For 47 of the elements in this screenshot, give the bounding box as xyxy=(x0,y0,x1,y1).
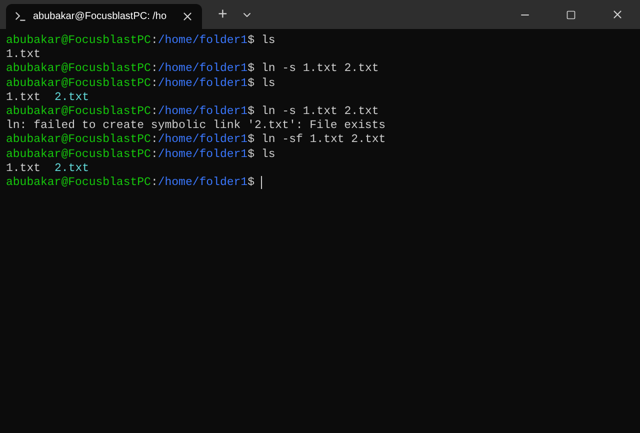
prompt-separator: : xyxy=(150,62,158,77)
prompt-user: abubakar@FocusblastPC xyxy=(6,34,151,48)
tab-title: abubakar@FocusblastPC: /ho xyxy=(33,10,168,24)
prompt-path: /home/folder1 xyxy=(158,34,248,48)
prompt-symbol: $ xyxy=(248,148,254,162)
prompt-symbol: $ xyxy=(248,176,254,190)
prompt-user: abubakar@FocusblastPC xyxy=(6,62,151,77)
terminal-tab[interactable]: abubakar@FocusblastPC: /ho xyxy=(6,4,202,29)
symlink-name: 2.txt xyxy=(54,90,90,105)
prompt-user: abubakar@FocusblastPC xyxy=(6,176,151,190)
prompt-symbol: $ xyxy=(248,104,254,120)
output-text: 1.txt xyxy=(6,90,41,105)
prompt-separator: : xyxy=(150,76,158,91)
prompt-symbol: $ xyxy=(248,133,254,148)
maximize-icon[interactable] xyxy=(566,10,576,20)
command-text: ln -s 1.txt 2.txt xyxy=(261,104,379,120)
output-text: 1.txt xyxy=(6,162,41,176)
command-text: ln -s 1.txt 2.txt xyxy=(261,62,379,77)
command-text: ls xyxy=(261,148,276,162)
command-text: ls xyxy=(261,76,276,91)
prompt-user: abubakar@FocusblastPC xyxy=(6,76,151,91)
prompt-path: /home/folder1 xyxy=(158,148,248,162)
prompt-path: /home/folder1 xyxy=(158,76,248,91)
prompt-user: abubakar@FocusblastPC xyxy=(6,104,151,120)
prompt-symbol: $ xyxy=(248,34,254,48)
command-text: ln -sf 1.txt 2.txt xyxy=(261,133,386,148)
prompt-path: /home/folder1 xyxy=(158,62,248,77)
prompt-symbol: $ xyxy=(248,62,254,77)
prompt-path: /home/folder1 xyxy=(158,104,248,120)
new-tab-button[interactable]: + xyxy=(214,6,232,22)
prompt-separator: : xyxy=(150,104,158,120)
prompt-user: abubakar@FocusblastPC xyxy=(6,148,151,162)
symlink-name: 2.txt xyxy=(54,162,90,176)
prompt-separator: : xyxy=(150,133,158,148)
prompt-separator: : xyxy=(150,34,158,48)
prompt-symbol: $ xyxy=(248,76,254,91)
output-text: 1.txt xyxy=(6,48,41,62)
prompt-path: /home/folder1 xyxy=(158,176,248,190)
prompt-separator: : xyxy=(150,148,158,162)
output-text: ln: failed to create symbolic link '2.txt': File exists xyxy=(6,119,386,134)
prompt-separator: : xyxy=(150,176,158,190)
terminal-icon xyxy=(14,10,27,23)
prompt-user: abubakar@FocusblastPC xyxy=(6,133,151,148)
prompt-path: /home/folder1 xyxy=(158,133,248,148)
close-tab-icon[interactable] xyxy=(181,10,194,23)
command-text: ls xyxy=(261,34,276,48)
close-icon[interactable] xyxy=(610,8,624,21)
